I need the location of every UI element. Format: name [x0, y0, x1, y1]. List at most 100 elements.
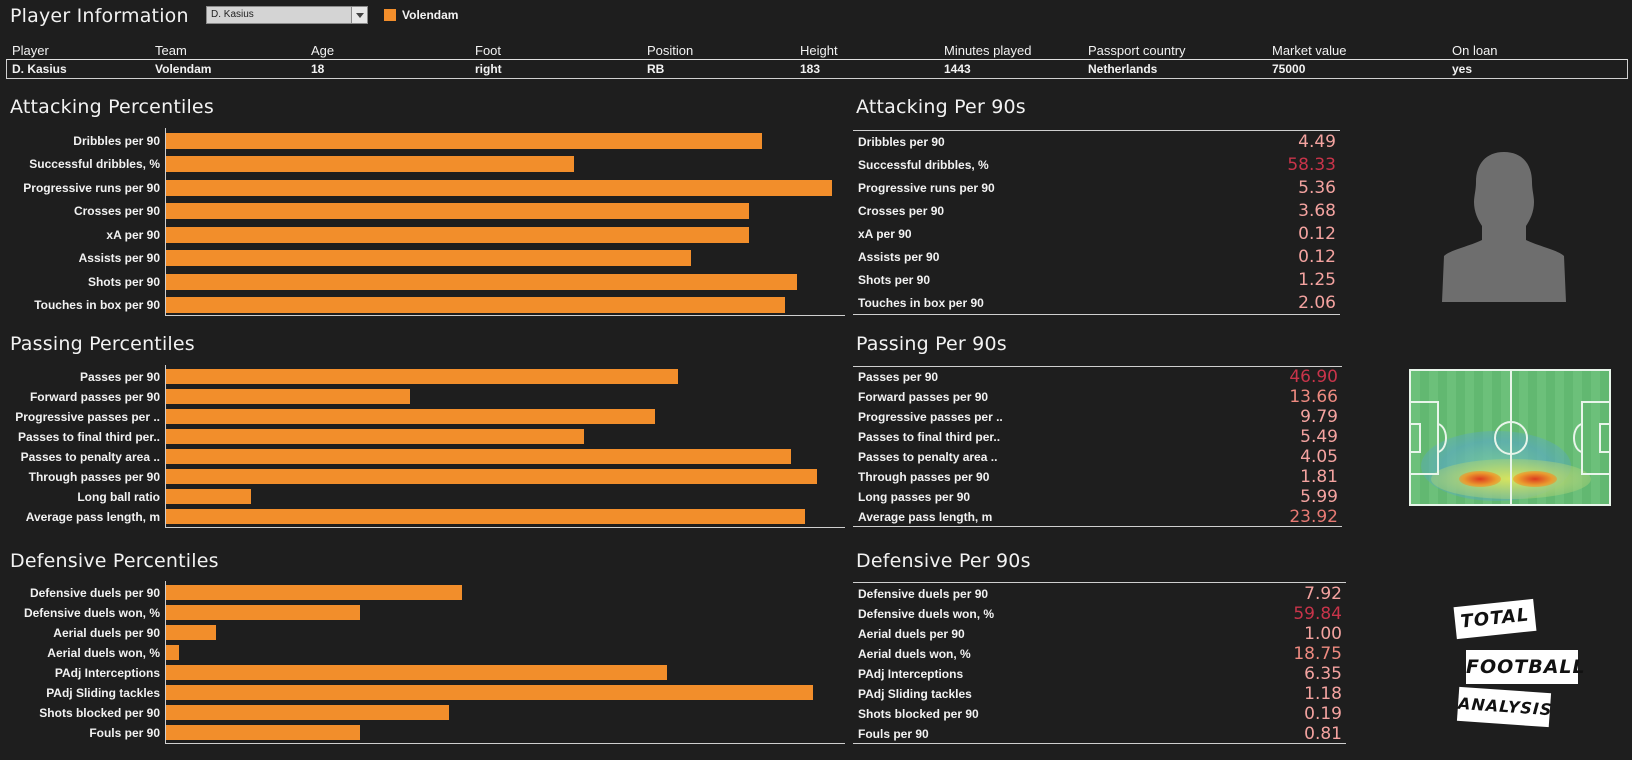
percentile-bar[interactable]: [166, 685, 814, 700]
stat-label: Passes to final third per..: [858, 430, 1001, 444]
info-value: right: [475, 62, 502, 76]
info-value: RB: [647, 62, 665, 76]
percentile-bar[interactable]: [166, 705, 450, 720]
info-header: Age: [311, 43, 335, 58]
legend-label: Volendam: [402, 8, 459, 22]
defensive-per90-title: Defensive Per 90s: [856, 550, 1031, 572]
stat-label: Progressive runs per 90: [858, 181, 995, 195]
stat-value: 5.99: [1300, 487, 1338, 507]
stat-value: 13.66: [1289, 387, 1338, 407]
stat-label: Touches in box per 90: [858, 296, 984, 310]
percentile-bar[interactable]: [166, 585, 462, 600]
stat-label: Aerial duels per 90: [858, 627, 965, 641]
stat-value: 0.12: [1298, 247, 1336, 267]
stat-label: xA per 90: [858, 227, 912, 241]
logo-football: FOOTBALL: [1466, 650, 1585, 684]
info-value: yes: [1452, 62, 1473, 76]
stat-value: 0.19: [1304, 704, 1342, 724]
table-rule: [853, 526, 1342, 527]
heat-zone: [1459, 471, 1501, 487]
player-avatar-icon: [1442, 152, 1566, 302]
percentile-bar[interactable]: [166, 180, 832, 196]
percentile-bar[interactable]: [166, 725, 360, 740]
attacking-percentiles-title: Attacking Percentiles: [10, 96, 214, 118]
legend-swatch: [384, 9, 396, 21]
percentile-bar[interactable]: [166, 645, 179, 660]
stat-label: PAdj Interceptions: [858, 667, 964, 681]
percentile-bar[interactable]: [166, 625, 216, 640]
defensive-percentiles-title: Defensive Percentiles: [10, 550, 219, 572]
bar-label: Progressive passes per ..: [15, 410, 160, 424]
stat-value: 23.92: [1289, 507, 1338, 527]
info-header: Foot: [475, 43, 502, 58]
table-rule: [853, 366, 1342, 367]
percentile-bar[interactable]: [166, 369, 679, 384]
stat-value: 1.81: [1300, 467, 1338, 487]
info-value: 18: [311, 62, 325, 76]
percentile-bar[interactable]: [166, 133, 763, 149]
stat-label: Successful dribbles, %: [858, 158, 989, 172]
info-value: 183: [800, 62, 821, 76]
info-header: Minutes played: [944, 43, 1032, 58]
percentile-bar[interactable]: [166, 489, 252, 504]
bar-label: Aerial duels won, %: [47, 646, 160, 660]
stat-label: Dribbles per 90: [858, 135, 945, 149]
percentile-bar[interactable]: [166, 227, 750, 243]
percentile-bar[interactable]: [166, 429, 585, 444]
percentile-bar[interactable]: [166, 203, 750, 219]
logo-total: TOTAL: [1453, 598, 1537, 640]
info-header: Height: [800, 43, 838, 58]
percentile-bar[interactable]: [166, 389, 410, 404]
bar-label: Aerial duels per 90: [53, 626, 160, 640]
stat-value: 58.33: [1287, 155, 1336, 175]
table-rule: [853, 743, 1346, 744]
chart-baseline: [165, 527, 845, 528]
chart-baseline: [165, 743, 845, 744]
bar-label: Passes to final third per..: [17, 430, 160, 444]
stat-label: Forward passes per 90: [858, 390, 989, 404]
info-value: 75000: [1272, 62, 1306, 76]
info-value: 1443: [944, 62, 971, 76]
attacking-per90-title: Attacking Per 90s: [856, 96, 1026, 118]
chevron-down-icon[interactable]: [351, 7, 367, 23]
percentile-bar[interactable]: [166, 605, 360, 620]
stat-value: 1.00: [1304, 624, 1342, 644]
stat-label: Shots per 90: [858, 273, 931, 287]
stat-value: 6.35: [1304, 664, 1342, 684]
percentile-bar[interactable]: [166, 250, 691, 266]
stat-label: Fouls per 90: [858, 727, 929, 741]
player-select[interactable]: D. Kasius: [206, 6, 368, 24]
bar-label: Passes per 90: [79, 370, 160, 384]
info-value: Volendam: [155, 62, 212, 76]
chart-axis: [165, 581, 166, 743]
percentile-bar[interactable]: [166, 409, 655, 424]
info-header: Passport country: [1088, 43, 1186, 58]
passing-percentiles-title: Passing Percentiles: [10, 333, 195, 355]
bar-label: Successful dribbles, %: [29, 157, 160, 171]
page-title: Player Information: [10, 5, 189, 27]
bar-label: Long ball ratio: [77, 490, 160, 504]
stat-value: 2.06: [1298, 293, 1336, 313]
percentile-bar[interactable]: [166, 449, 791, 464]
percentile-bar[interactable]: [166, 469, 818, 484]
info-header: Team: [155, 43, 187, 58]
stat-label: PAdj Sliding tackles: [858, 687, 972, 701]
stat-value: 0.12: [1298, 224, 1336, 244]
percentile-bar[interactable]: [166, 665, 668, 680]
bar-label: PAdj Sliding tackles: [46, 686, 160, 700]
percentile-bar[interactable]: [166, 156, 574, 172]
chart-baseline: [165, 315, 845, 316]
stat-value: 3.68: [1298, 201, 1336, 221]
stat-label: Progressive passes per ..: [858, 410, 1003, 424]
bar-label: Crosses per 90: [73, 204, 160, 218]
percentile-bar[interactable]: [166, 274, 797, 290]
percentile-bar[interactable]: [166, 297, 786, 313]
info-value: Netherlands: [1088, 62, 1158, 76]
info-value: D. Kasius: [12, 62, 67, 76]
percentile-bar[interactable]: [166, 509, 806, 524]
bar-label: PAdj Interceptions: [54, 666, 160, 680]
stat-value: 5.36: [1298, 178, 1336, 198]
bar-label: Assists per 90: [78, 251, 160, 265]
stat-value: 4.05: [1300, 447, 1338, 467]
pitch-left-six: [1411, 423, 1421, 453]
